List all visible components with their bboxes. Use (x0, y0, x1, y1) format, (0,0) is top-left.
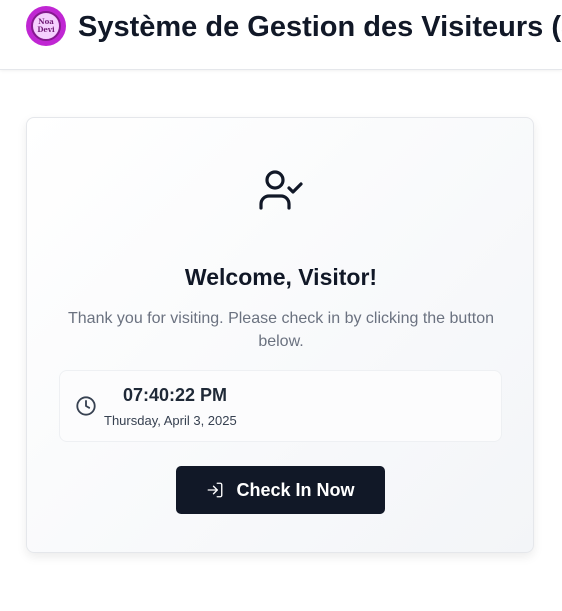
clock-icon (76, 396, 96, 416)
welcome-heading: Welcome, Visitor! (184, 264, 378, 290)
log-in-icon (208, 482, 223, 498)
logo-text-bottom: Devi (37, 25, 55, 34)
check-in-button-label: Check In Now (236, 479, 355, 500)
app-header: Noa Devi Système de Gestion des Visiteur… (0, 0, 562, 70)
current-time: 07:40:22 PM (123, 385, 228, 405)
welcome-subtitle: Thank you for visiting. Please check in … (68, 310, 494, 350)
check-in-button[interactable]: Check In Now (176, 466, 385, 514)
current-date: Thursday, April 3, 2025 (104, 413, 237, 428)
welcome-card: Welcome, Visitor! Thank you for visiting… (26, 117, 534, 553)
user-check-icon (259, 170, 303, 210)
clock-panel: 07:40:22 PM Thursday, April 3, 2025 (59, 370, 502, 442)
app-logo[interactable]: Noa Devi (26, 6, 66, 46)
logo-badge: Noa Devi (31, 11, 61, 41)
app-title: Système de Gestion des Visiteurs (S (78, 11, 562, 43)
